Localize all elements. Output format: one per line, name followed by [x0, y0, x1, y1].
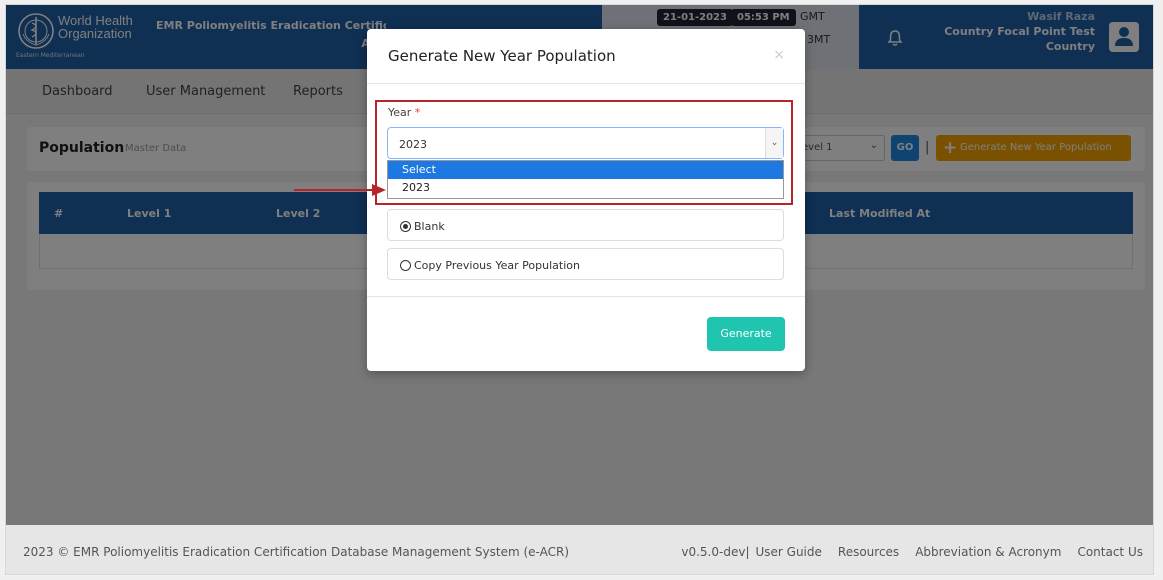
modal-title: Generate New Year Population — [388, 47, 616, 65]
footer-copyright: 2023 © EMR Poliomyelitis Eradication Cer… — [23, 545, 570, 559]
user-guide-link[interactable]: User Guide — [755, 545, 821, 559]
highlight-box — [375, 100, 793, 205]
footer-links: v0.5.0-dev| User Guide Resources Abbreviati… — [681, 545, 1143, 559]
modal-footer-divider — [367, 296, 805, 297]
radio-blank-label: Blank — [414, 220, 445, 233]
annotation-arrow-icon — [294, 184, 386, 196]
radio-unchecked-icon — [400, 260, 411, 271]
radio-copy-label: Copy Previous Year Population — [414, 259, 580, 272]
app-frame: World Health Organization Eastern Medite… — [5, 4, 1154, 575]
modal-header-divider — [367, 83, 805, 84]
app-version: v0.5.0-dev — [681, 545, 746, 559]
contact-us-link[interactable]: Contact Us — [1077, 545, 1143, 559]
generate-year-modal: Generate New Year Population × Year * 20… — [367, 29, 805, 371]
radio-checked-icon — [400, 221, 411, 232]
radio-option-blank[interactable]: Blank — [387, 209, 784, 241]
abbreviation-link[interactable]: Abbreviation & Acronym — [915, 545, 1061, 559]
footer-pipe: | — [745, 545, 750, 559]
resources-link[interactable]: Resources — [838, 545, 899, 559]
close-icon[interactable]: × — [773, 47, 785, 63]
radio-option-copy-previous[interactable]: Copy Previous Year Population — [387, 248, 784, 280]
generate-button[interactable]: Generate — [707, 317, 785, 351]
footer: 2023 © EMR Poliomyelitis Eradication Cer… — [6, 525, 1153, 574]
